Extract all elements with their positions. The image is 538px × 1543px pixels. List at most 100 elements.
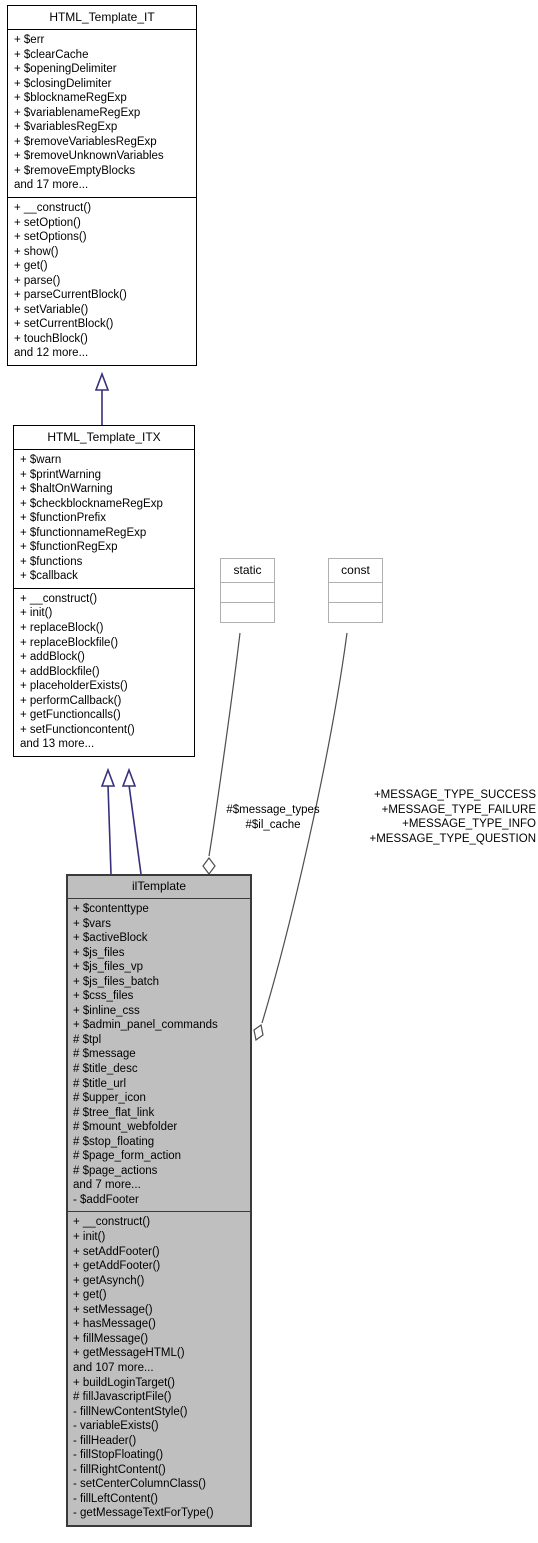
class-title-static: static <box>221 559 274 583</box>
inheritance-arrowhead-iltemplate-to-itx-b <box>121 767 137 787</box>
member-row: + addBlock() <box>20 651 85 664</box>
member-row: + $removeVariablesRegExp <box>14 135 157 148</box>
member-row: + __construct() <box>14 202 92 215</box>
member-row: - fillRightContent() <box>73 1463 166 1476</box>
member-row: and 13 more... <box>20 738 95 751</box>
member-row: + parse() <box>14 274 61 287</box>
member-row: + fillMessage() <box>73 1332 149 1345</box>
member-row: # $page_form_action <box>73 1150 182 1163</box>
member-row: # $title_url <box>73 1077 127 1090</box>
member-row: + getFunctioncalls() <box>20 709 121 722</box>
class-box-const[interactable]: const <box>328 558 383 623</box>
member-row: + $inline_css <box>73 1004 140 1017</box>
methods-compartment-const <box>329 603 382 622</box>
member-row: + setFunctioncontent() <box>20 723 135 736</box>
member-row: + $variablenameRegExp <box>14 106 141 119</box>
inheritance-arrowhead-iltemplate-to-itx-a <box>100 767 116 787</box>
member-row: + $removeUnknownVariables <box>14 150 164 163</box>
member-row: # $tpl <box>73 1033 102 1046</box>
member-row: + $variablesRegExp <box>14 121 118 134</box>
member-row: + $clearCache <box>14 48 89 61</box>
member-row: and 17 more... <box>14 179 89 192</box>
member-row: + parseCurrentBlock() <box>14 289 127 302</box>
member-row: + getMessageHTML() <box>73 1347 185 1360</box>
member-row: + hasMessage() <box>73 1318 156 1331</box>
member-row: - fillLeftContent() <box>73 1492 159 1505</box>
member-row: + setMessage() <box>73 1303 153 1316</box>
member-row: + $functionnameRegExp <box>20 526 147 539</box>
class-title-html-template-it: HTML_Template_IT <box>8 6 196 30</box>
member-row: - fillStopFloating() <box>73 1449 164 1462</box>
attributes-compartment-iltemplate: + $contenttype + $vars + $activeBlock + $js… <box>67 899 251 1213</box>
member-row: + $blocknameRegExp <box>14 92 127 105</box>
member-row: # $stop_floating <box>73 1135 155 1148</box>
class-box-iltemplate[interactable]: ilTemplate + $contenttype + $vars + $activ… <box>66 874 252 1527</box>
member-row: + $checkblocknameRegExp <box>20 497 163 510</box>
methods-compartment-html-template-itx: + __construct() + init() + replaceBlock() +… <box>14 589 194 756</box>
member-row: + $vars <box>73 917 112 930</box>
member-row: - getMessageTextForType() <box>73 1507 214 1520</box>
member-row: + $removeEmptyBlocks <box>14 164 136 177</box>
attributes-compartment-static <box>221 583 274 603</box>
member-row: + touchBlock() <box>14 332 88 345</box>
member-row: + $closingDelimiter <box>14 77 112 90</box>
member-row: and 107 more... <box>73 1361 154 1374</box>
member-row: # $mount_webfolder <box>73 1121 178 1134</box>
member-row: + $printWarning <box>20 468 102 481</box>
class-box-static[interactable]: static <box>220 558 275 623</box>
attributes-compartment-html-template-it: + $err + $clearCache + $openingDelimiter + … <box>8 30 196 199</box>
member-row: + show() <box>14 245 59 258</box>
member-row: + $css_files <box>73 990 134 1003</box>
member-row: + $activeBlock <box>73 932 148 945</box>
member-row: + replaceBlockfile() <box>20 636 119 649</box>
member-row: + addBlockfile() <box>20 665 100 678</box>
inheritance-arrowhead-itx-to-it <box>94 371 110 391</box>
member-row: + $js_files_vp <box>73 961 143 974</box>
member-row: + $functionPrefix <box>20 512 106 525</box>
member-row: + __construct() <box>73 1216 151 1229</box>
member-row: + $functions <box>20 555 83 568</box>
member-row: + $haltOnWarning <box>20 483 113 496</box>
class-title-const: const <box>329 559 382 583</box>
member-row: - variableExists() <box>73 1420 159 1433</box>
class-title-iltemplate: ilTemplate <box>67 875 251 899</box>
aggregation-diamond-const <box>253 1023 264 1042</box>
member-row: + setVariable() <box>14 303 89 316</box>
edge-label-static-association: #$message_types #$il_cache <box>226 804 320 831</box>
member-row: # $title_desc <box>73 1063 138 1076</box>
inheritance-edge-iltemplate-to-itx-b <box>128 784 142 875</box>
member-row: + $functionRegExp <box>20 541 118 554</box>
attributes-compartment-html-template-itx: + $warn + $printWarning + $haltOnWarning + … <box>14 450 194 589</box>
member-row: + get() <box>73 1289 107 1302</box>
methods-compartment-static <box>221 603 274 622</box>
member-row: + __construct() <box>20 592 98 605</box>
member-row: + $js_files_batch <box>73 975 159 988</box>
member-row: + replaceBlock() <box>20 622 104 635</box>
member-row: - fillHeader() <box>73 1434 137 1447</box>
member-row: + $openingDelimiter <box>14 63 117 76</box>
member-row: + setCurrentBlock() <box>14 318 114 331</box>
member-row: + get() <box>14 260 48 273</box>
member-row: - $addFooter <box>73 1193 139 1206</box>
member-row: # $page_actions <box>73 1164 158 1177</box>
member-row: + setAddFooter() <box>73 1245 160 1258</box>
class-box-html-template-it[interactable]: HTML_Template_IT + $err + $clearCache + $o… <box>7 5 197 367</box>
uml-diagram-canvas: HTML_Template_IT + $err + $clearCache + $o… <box>0 0 538 1543</box>
member-row: + setOption() <box>14 216 81 229</box>
member-row: + $warn <box>20 454 62 466</box>
member-row: and 12 more... <box>14 347 89 360</box>
member-row: # $tree_flat_link <box>73 1106 155 1119</box>
member-row: + performCallback() <box>20 694 122 707</box>
member-row: + getAsynch() <box>73 1274 145 1287</box>
member-row: + getAddFooter() <box>73 1260 161 1273</box>
member-row: + buildLoginTarget() <box>73 1376 175 1389</box>
member-row: - fillNewContentStyle() <box>73 1405 188 1418</box>
member-row: # $upper_icon <box>73 1092 146 1105</box>
inheritance-edge-iltemplate-to-itx-a <box>107 784 112 875</box>
class-box-html-template-itx[interactable]: HTML_Template_ITX + $warn + $printWarning… <box>13 425 195 757</box>
member-row: + $callback <box>20 570 78 583</box>
member-row: # $message <box>73 1048 136 1061</box>
aggregation-diamond-static <box>202 857 216 875</box>
methods-compartment-html-template-it: + __construct() + setOption() + setOptions… <box>8 198 196 365</box>
member-row: + init() <box>73 1231 106 1244</box>
